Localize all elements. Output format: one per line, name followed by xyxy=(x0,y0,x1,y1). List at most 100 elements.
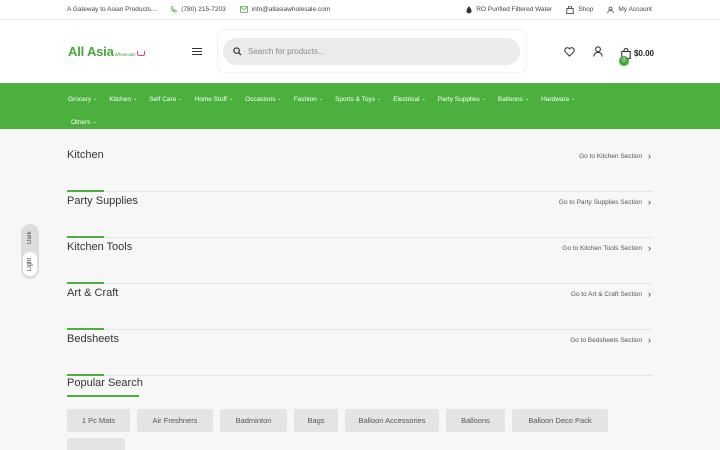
search-input[interactable] xyxy=(248,46,488,56)
chevron-down-icon: ⌄ xyxy=(93,96,98,102)
nav-label: Others xyxy=(71,118,91,126)
search-bar[interactable] xyxy=(223,37,520,65)
section-link-label: Go to Art & Craft Section xyxy=(570,290,642,298)
section-link[interactable]: Go to Bedsheets Section › xyxy=(570,335,651,345)
shop-bag-icon xyxy=(566,5,574,14)
dark-mode-option[interactable]: Dark xyxy=(24,228,36,248)
chevron-down-icon: ⌄ xyxy=(481,96,486,102)
section-kitchen-tools: Kitchen Tools Go to Kitchen Tools Sectio… xyxy=(67,238,653,284)
search-container xyxy=(218,30,526,72)
tagline-text: A Gateway to Asian Products... xyxy=(67,6,157,13)
nav-label: Self Care xyxy=(149,95,177,103)
logo-main-text: All Asia xyxy=(68,44,114,59)
nav-item-party-supplies[interactable]: Party Supplies ⌄ xyxy=(438,96,486,103)
tag-chip[interactable]: Balloons xyxy=(446,409,505,432)
nav-label: Electrical xyxy=(393,95,420,103)
water-drop-icon xyxy=(466,5,472,13)
light-mode-option[interactable]: Light xyxy=(23,252,37,276)
nav-label: Occasions xyxy=(245,95,276,103)
account-text: My Account xyxy=(618,6,652,13)
phone-text: (780) 215-7203 xyxy=(181,6,226,13)
account-button[interactable] xyxy=(593,44,603,62)
user-icon xyxy=(607,6,615,13)
tag-chip[interactable] xyxy=(67,438,125,450)
nav-label: Hardware xyxy=(541,95,570,103)
section-link-label: Go to Party Supplies Section xyxy=(558,198,642,206)
category-sections: Kitchen Go to Kitchen Section › Party Sup… xyxy=(67,146,653,376)
section-link[interactable]: Go to Kitchen Section › xyxy=(579,151,651,161)
tag-chip[interactable]: Badminton xyxy=(220,409,287,432)
logo-sub-text: Wholesale xyxy=(114,52,136,57)
chevron-down-icon: ⌄ xyxy=(571,96,576,102)
phone-link[interactable]: (780) 215-7203 xyxy=(170,6,226,13)
section-link-label: Go to Bedsheets Section xyxy=(570,336,642,344)
chevron-down-icon: ⌄ xyxy=(178,96,183,102)
site-logo[interactable]: All Asia Wholesale xyxy=(68,44,188,59)
water-link[interactable]: RO Purified Filtered Water xyxy=(466,5,553,14)
popular-search-title: Popular Search xyxy=(67,377,143,389)
chevron-down-icon: ⌄ xyxy=(277,96,282,102)
email-link[interactable]: info@allasiawholesale.com xyxy=(239,6,331,13)
chevron-down-icon: ⌄ xyxy=(92,119,97,125)
tag-chip[interactable]: Air Freshners xyxy=(137,409,213,432)
chevron-down-icon: ⌄ xyxy=(421,96,426,102)
mail-icon xyxy=(239,6,248,13)
nav-item-home-stuff[interactable]: Home Stuff ⌄ xyxy=(195,96,234,103)
cart-total: $0.00 xyxy=(633,48,654,58)
section-kitchen: Kitchen Go to Kitchen Section › xyxy=(67,146,653,192)
nav-item-hardware[interactable]: Hardware ⌄ xyxy=(541,96,575,103)
theme-toggle[interactable]: Dark Light xyxy=(21,224,39,279)
chevron-right-icon: › xyxy=(648,197,651,207)
chevron-right-icon: › xyxy=(648,335,651,345)
cart-count-badge: 0 xyxy=(618,55,629,66)
nav-row-2: Others ⌄ xyxy=(68,112,720,132)
section-link[interactable]: Go to Kitchen Tools Section › xyxy=(562,243,651,253)
tagline: A Gateway to Asian Products... xyxy=(67,6,156,13)
nav-item-self-care[interactable]: Self Care ⌄ xyxy=(149,96,182,103)
popular-search-underline xyxy=(67,395,139,397)
chevron-down-icon: ⌄ xyxy=(228,96,234,102)
popular-search: Popular Search 1 Pc Mats Air Freshners B… xyxy=(67,377,653,450)
chevron-right-icon: › xyxy=(648,151,651,161)
phone-icon xyxy=(170,6,177,13)
nav-label: Home Stuff xyxy=(194,95,227,103)
section-art-craft: Art & Craft Go to Art & Craft Section › xyxy=(67,284,653,330)
email-text: info@allasiawholesale.com xyxy=(251,6,331,13)
nav-item-kitchen[interactable]: Kitchen ⌄ xyxy=(109,96,137,103)
cart-button[interactable]: 0 $0.00 xyxy=(618,47,654,66)
chevron-right-icon: › xyxy=(648,243,651,253)
nav-label: Grocery xyxy=(68,95,92,103)
nav-label: Kitchen xyxy=(109,95,132,103)
chevron-down-icon: ⌄ xyxy=(318,96,324,102)
tag-chip[interactable]: Bags xyxy=(294,409,338,432)
nav-item-electrical[interactable]: Electrical ⌄ xyxy=(393,96,426,103)
shop-link[interactable]: Shop xyxy=(566,5,593,14)
chevron-down-icon: ⌄ xyxy=(377,96,382,102)
chevron-down-icon: ⌄ xyxy=(133,96,138,102)
tag-chip[interactable]: Balloon Deco Pack xyxy=(512,409,608,432)
nav-label: Fashion xyxy=(293,95,317,103)
nav-item-others[interactable]: Others ⌄ xyxy=(71,119,97,126)
search-icon[interactable] xyxy=(233,46,242,56)
nav-item-sports-toys[interactable]: Sports & Toys ⌄ xyxy=(335,96,381,103)
nav-item-occasions[interactable]: Occasions ⌄ xyxy=(245,96,282,103)
section-title: Bedsheets xyxy=(67,333,119,345)
nav-row-1: Grocery ⌄ Kitchen ⌄ Self Care ⌄ Home Stuff ⌄… xyxy=(68,89,720,109)
section-bedsheets: Bedsheets Go to Bedsheets Section › xyxy=(67,330,653,376)
water-text: RO Purified Filtered Water xyxy=(476,6,553,13)
section-title: Art & Craft xyxy=(67,287,119,299)
tag-chip[interactable]: 1 Pc Mats xyxy=(67,409,130,432)
account-link[interactable]: My Account xyxy=(607,6,652,14)
wishlist-button[interactable] xyxy=(564,44,575,62)
nav-label: Party Supplies xyxy=(437,95,480,103)
section-title: Kitchen xyxy=(67,149,104,161)
menu-hamburger-icon[interactable] xyxy=(192,46,202,58)
section-link[interactable]: Go to Party Supplies Section › xyxy=(559,197,651,207)
header-actions: 0 $0.00 xyxy=(546,44,654,66)
tag-chip[interactable]: Balloon Accessories xyxy=(345,409,439,432)
section-link[interactable]: Go to Art & Craft Section › xyxy=(571,289,651,299)
nav-item-balloons[interactable]: Balloons ⌄ xyxy=(498,96,529,103)
nav-item-fashion[interactable]: Fashion ⌄ xyxy=(294,96,323,103)
nav-item-grocery[interactable]: Grocery ⌄ xyxy=(68,96,97,103)
main-nav: Grocery ⌄ Kitchen ⌄ Self Care ⌄ Home Stuff ⌄… xyxy=(0,83,720,129)
